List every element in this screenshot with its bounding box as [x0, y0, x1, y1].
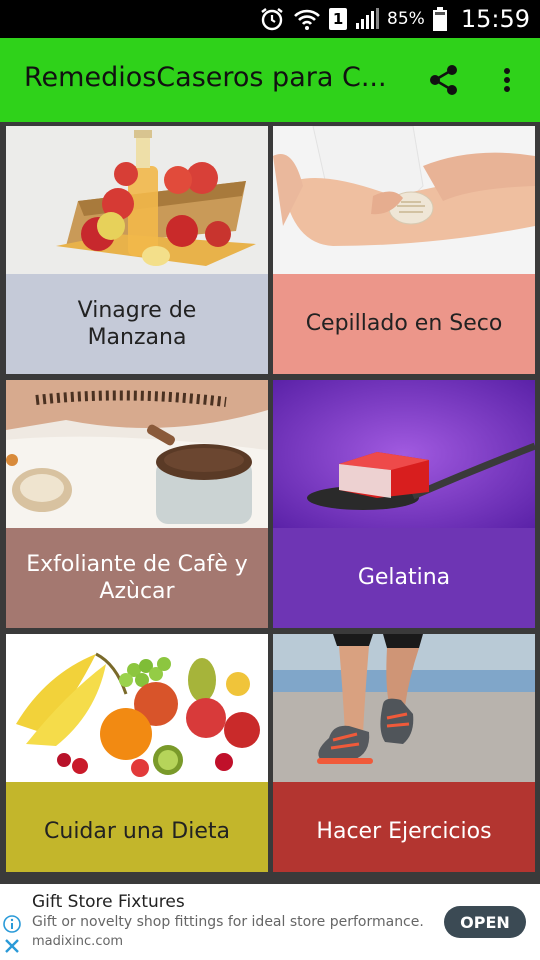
- running-legs-image: [273, 634, 535, 782]
- battery-icon: [432, 7, 447, 31]
- remedy-card-cepillado[interactable]: Cepillado en Seco: [273, 126, 535, 374]
- alarm-icon: [259, 6, 285, 32]
- remedy-label: Vinagre de Manzana: [6, 274, 268, 374]
- share-icon[interactable]: [428, 64, 460, 96]
- remedy-label: Cuidar una Dieta: [6, 782, 268, 872]
- open-button[interactable]: OPEN: [444, 906, 526, 938]
- remedy-card-exfoliante[interactable]: Exfoliante de Cafè y Azùcar: [6, 380, 268, 628]
- ad-title[interactable]: Gift Store Fixtures: [32, 892, 185, 912]
- clock: 15:59: [460, 5, 530, 33]
- remedy-card-vinagre[interactable]: Vinagre de Manzana: [6, 126, 268, 374]
- remedies-grid: Vinagre de Manzana Cepillado en Seco Exf…: [0, 122, 540, 884]
- ad-url[interactable]: madixinc.com: [32, 934, 123, 949]
- remedy-label: Cepillado en Seco: [273, 274, 535, 374]
- app-bar: RemediosCaseros para C...: [0, 38, 540, 122]
- signal-icon: [355, 8, 380, 30]
- remedy-card-gelatina[interactable]: Gelatina: [273, 380, 535, 628]
- app-title: RemediosCaseros para C...: [24, 62, 387, 93]
- remedy-label: Exfoliante de Cafè y Azùcar: [6, 528, 268, 628]
- remedy-label: Hacer Ejercicios: [273, 782, 535, 872]
- dry-brushing-image: [273, 126, 535, 274]
- gelatin-image: [273, 380, 535, 528]
- apples-vinegar-image: [6, 126, 268, 274]
- ad-banner[interactable]: Gift Store Fixtures Gift or novelty shop…: [0, 884, 540, 960]
- remedy-label: Gelatina: [273, 528, 535, 628]
- close-icon[interactable]: [4, 938, 20, 954]
- coffee-scrub-image: [6, 380, 268, 528]
- more-vert-icon[interactable]: [494, 64, 520, 96]
- sim-icon: 1: [329, 8, 348, 30]
- fruits-image: [6, 634, 268, 782]
- status-bar: 1 85% 15:59: [0, 0, 540, 38]
- ad-description: Gift or novelty shop fittings for ideal …: [32, 914, 424, 930]
- wifi-icon: [293, 7, 321, 31]
- info-icon[interactable]: [3, 915, 21, 933]
- remedy-card-dieta[interactable]: Cuidar una Dieta: [6, 634, 268, 872]
- battery-percent: 85%: [387, 9, 425, 29]
- remedy-card-ejercicios[interactable]: Hacer Ejercicios: [273, 634, 535, 872]
